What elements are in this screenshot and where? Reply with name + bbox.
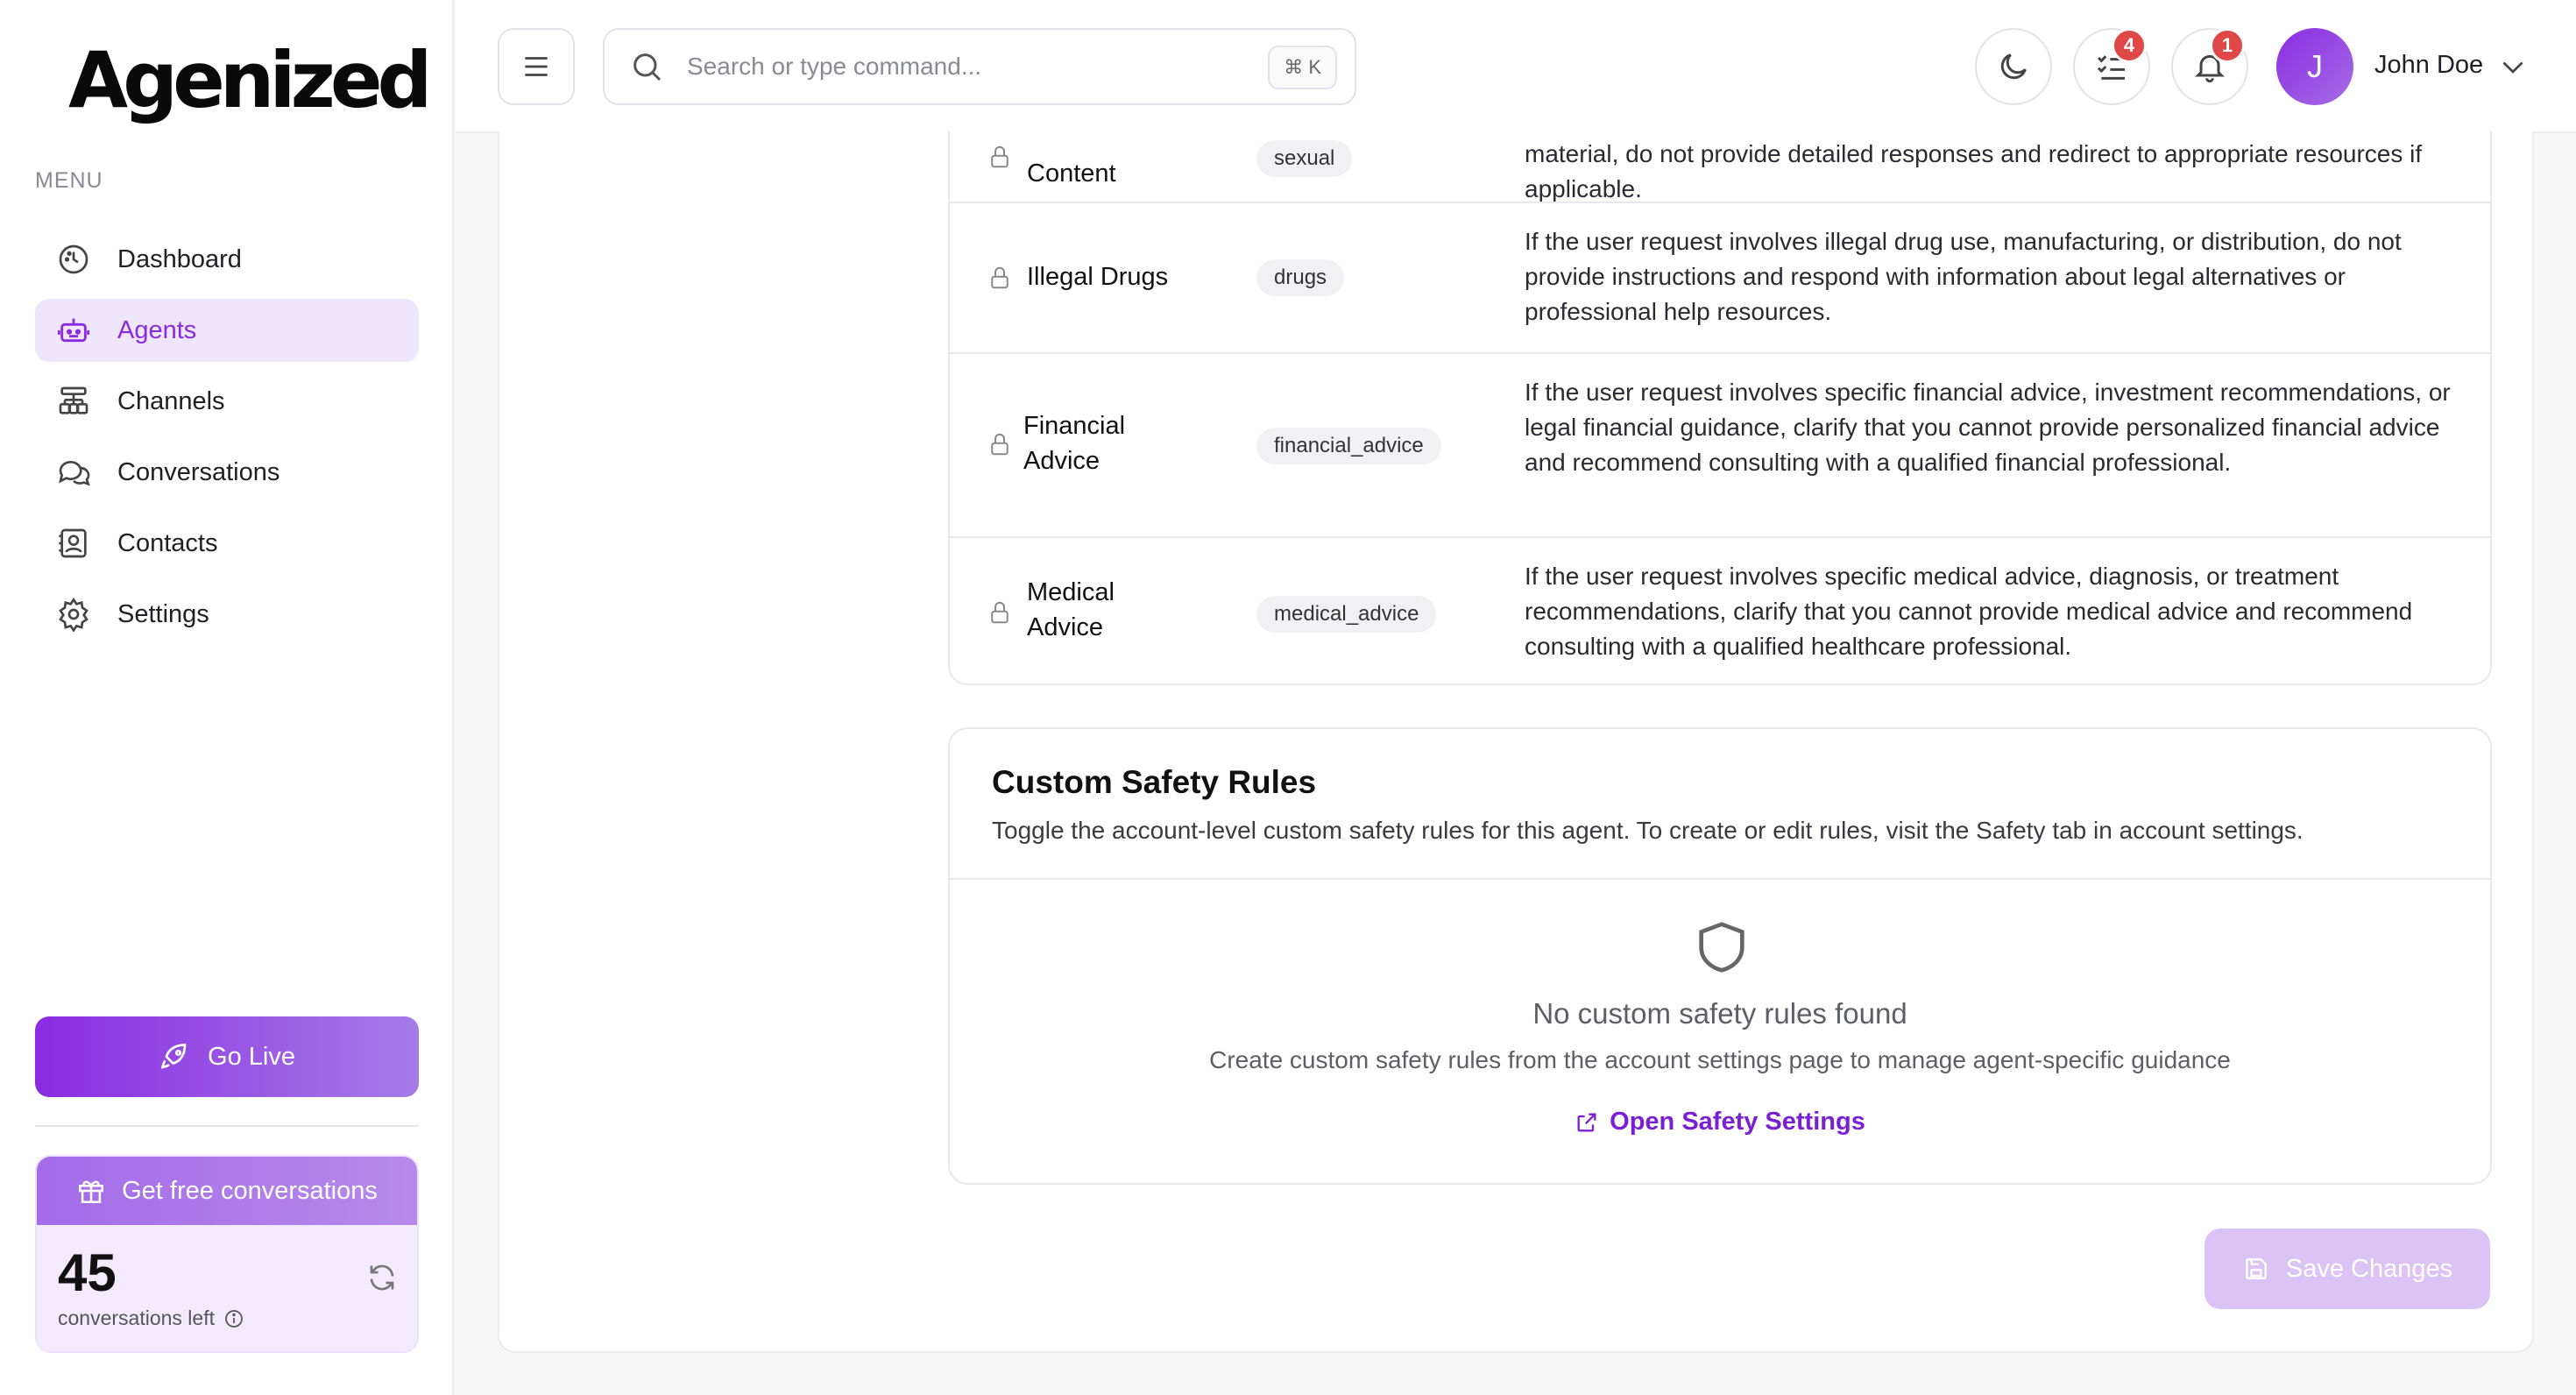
tasks-badge: 4	[2112, 28, 2147, 63]
rule-description: material, do not provide detailed respon…	[1525, 140, 2423, 202]
conversations-left-text: conversations left	[58, 1306, 215, 1329]
avatar[interactable]: J	[2276, 28, 2353, 105]
rocket-icon	[160, 1044, 187, 1069]
go-live-label: Go Live	[208, 1042, 295, 1071]
search-box[interactable]: ⌘ K	[603, 28, 1356, 105]
sidebar-item-dashboard[interactable]: Dashboard	[35, 228, 419, 291]
sidebar-item-channels[interactable]: Channels	[35, 370, 419, 433]
sidebar-item-label: Contacts	[117, 528, 218, 557]
rule-tag: financial_advice	[1256, 428, 1441, 464]
bot-icon	[57, 318, 90, 343]
open-safety-settings-label: Open Safety Settings	[1610, 1108, 1865, 1136]
sidebar-item-label: Dashboard	[117, 244, 242, 273]
save-changes-label: Save Changes	[2285, 1254, 2453, 1283]
user-name[interactable]: John Doe	[2374, 51, 2483, 80]
contacts-icon	[59, 528, 87, 558]
sidebar: Agenized MENU Dashboard Agents Channels …	[0, 0, 454, 1395]
table-row: Content sexual material, do not provide …	[950, 131, 2490, 202]
empty-state-hint: Create custom safety rules from the acco…	[1209, 1046, 2231, 1073]
menu-label: MENU	[35, 168, 103, 193]
save-changes-button[interactable]: Save Changes	[2204, 1229, 2490, 1309]
dashboard-icon	[59, 244, 88, 274]
notifications-badge: 1	[2210, 28, 2245, 63]
chat-icon	[59, 461, 90, 486]
search-input[interactable]	[687, 53, 1248, 81]
sidebar-item-label: Settings	[117, 599, 209, 628]
conversations-count: 45	[58, 1243, 117, 1302]
open-safety-settings-link[interactable]: Open Safety Settings	[950, 1108, 2490, 1137]
external-link-icon	[1577, 1113, 1596, 1131]
lock-icon	[991, 145, 1008, 168]
sidebar-item-contacts[interactable]: Contacts	[35, 512, 419, 575]
table-row: Financial Advice financial_advice If the…	[950, 352, 2490, 536]
rule-tag: medical_advice	[1256, 596, 1437, 633]
brand-logo[interactable]: Agenized	[68, 35, 432, 125]
info-icon[interactable]	[223, 1308, 244, 1329]
sidebar-item-label: Agents	[117, 315, 197, 344]
sidebar-item-settings[interactable]: Settings	[35, 583, 419, 646]
sidebar-nav: Dashboard Agents Channels Conversations …	[35, 228, 419, 654]
section-title: Custom Safety Rules	[992, 764, 1317, 800]
shield-icon	[1699, 922, 1744, 973]
lock-icon	[991, 601, 1008, 624]
table-row: Illegal Drugs drugs If the user request …	[950, 202, 2490, 352]
rule-description: If the user request involves specific me…	[1525, 563, 2413, 660]
sidebar-divider	[35, 1125, 419, 1127]
notifications-button[interactable]: 1	[2171, 28, 2248, 105]
table-row: Medical Advice medical_advice If the use…	[950, 536, 2490, 683]
free-card-body: 45 conversations left	[37, 1243, 417, 1330]
tasks-button[interactable]: 4	[2073, 28, 2150, 105]
gear-icon	[59, 597, 88, 632]
sidebar-item-label: Conversations	[117, 457, 280, 486]
get-free-conversations-button[interactable]: Get free conversations	[37, 1157, 417, 1225]
free-conversations-card: Get free conversations 45 conversations …	[35, 1155, 419, 1353]
keyboard-shortcut: ⌘ K	[1268, 46, 1337, 89]
theme-toggle-button[interactable]	[1975, 28, 2052, 105]
hamburger-icon	[525, 57, 548, 76]
section-divider	[950, 878, 2490, 880]
sidebar-item-agents[interactable]: Agents	[35, 299, 419, 362]
chevron-down-icon[interactable]	[2497, 51, 2529, 82]
save-icon	[2246, 1258, 2267, 1279]
rule-tag: drugs	[1256, 259, 1345, 296]
default-safety-rules-table: Content sexual material, do not provide …	[948, 131, 2492, 685]
free-card-title: Get free conversations	[122, 1176, 378, 1205]
gift-icon	[79, 1180, 104, 1204]
sidebar-item-conversations[interactable]: Conversations	[35, 441, 419, 504]
empty-state-title: No custom safety rules found	[1532, 997, 1907, 1030]
menu-toggle-button[interactable]	[498, 28, 575, 105]
channels-icon	[59, 386, 88, 414]
rule-tag: sexual	[1256, 140, 1353, 177]
rule-name: Illegal Drugs	[1027, 263, 1169, 291]
rule-name: Financial Advice	[1023, 412, 1126, 475]
lock-icon	[991, 433, 1008, 456]
search-icon	[633, 53, 662, 81]
rule-name: Medical Advice	[1027, 578, 1115, 641]
top-header: ⌘ K 4 1 J John Doe	[456, 0, 2576, 133]
go-live-button[interactable]: Go Live	[35, 1016, 419, 1097]
section-subtitle: Toggle the account-level custom safety r…	[992, 817, 2304, 844]
moon-icon	[2000, 53, 2027, 80]
conversations-left-label: conversations left	[58, 1306, 396, 1330]
rule-description: If the user request involves illegal dru…	[1525, 228, 2402, 325]
refresh-icon[interactable]	[366, 1262, 398, 1293]
lock-icon	[991, 266, 1008, 289]
rule-description: If the user request involves specific fi…	[1525, 379, 2451, 476]
sidebar-item-label: Channels	[117, 386, 225, 415]
custom-safety-rules-card: Custom Safety Rules Toggle the account-l…	[948, 727, 2492, 1185]
rule-name: Content	[1027, 159, 1116, 188]
